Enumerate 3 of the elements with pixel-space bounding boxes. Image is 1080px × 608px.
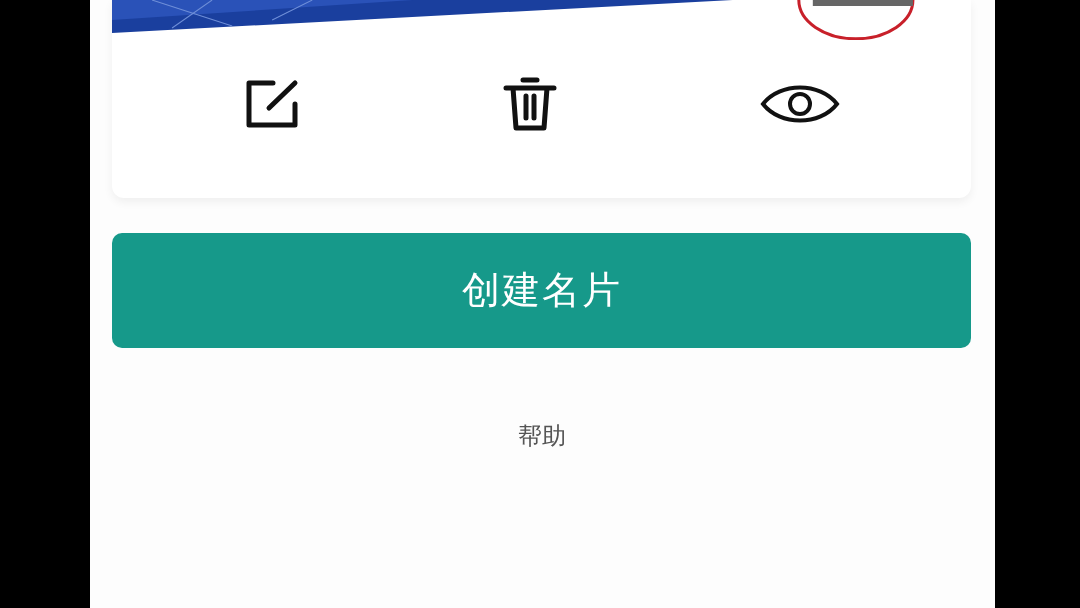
- create-card-button[interactable]: 创建名片: [112, 233, 971, 348]
- trash-icon[interactable]: [503, 76, 558, 132]
- help-link[interactable]: 帮助: [517, 420, 566, 452]
